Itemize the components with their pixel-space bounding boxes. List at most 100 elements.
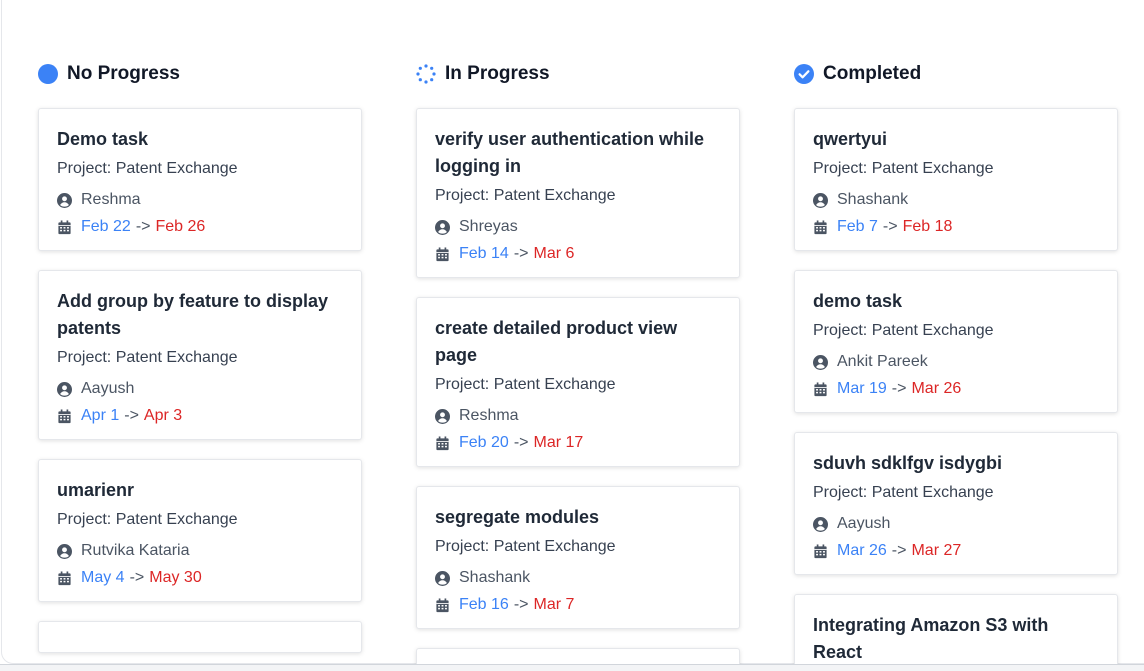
start-date: Feb 22	[81, 218, 131, 235]
task-title: segregate modules	[435, 507, 600, 527]
end-date: May 30	[149, 569, 202, 586]
assignee-name: Shreyas	[459, 218, 518, 235]
task-dates: Feb 20 -> Mar 17	[435, 433, 721, 453]
date-arrow: ->	[513, 596, 529, 613]
task-dates: Apr 1 -> Apr 3	[57, 406, 343, 426]
task-dates: Mar 19 -> Mar 26	[813, 379, 1099, 399]
task-card[interactable]: sduvh sdklfgv isdygbi Project: Patent Ex…	[794, 432, 1118, 575]
start-date: Apr 1	[81, 407, 120, 424]
task-assignee: Reshma	[57, 190, 343, 210]
user-icon	[813, 192, 828, 208]
task-card[interactable]: verify user authentication while logging…	[416, 108, 740, 278]
assignee-name: Aayush	[837, 515, 891, 532]
date-arrow: ->	[124, 407, 139, 424]
assignee-name: Ankit Pareek	[837, 353, 928, 370]
assignee-name: Shashank	[459, 569, 531, 586]
date-arrow: ->	[882, 218, 898, 235]
task-title: Demo task	[57, 129, 149, 149]
start-date: Feb 14	[459, 245, 509, 262]
task-dates: Feb 7 -> Feb 18	[813, 217, 1099, 237]
task-card[interactable]: Integrating Amazon S3 with React	[794, 594, 1118, 671]
task-title: Add group by feature to display patents	[57, 291, 329, 338]
task-assignee: Rutvika Kataria	[57, 541, 343, 561]
task-assignee: Shreyas	[435, 217, 721, 237]
start-date: Feb 7	[837, 218, 878, 235]
task-card[interactable]: qwertyui Project: Patent Exchange Shasha…	[794, 108, 1118, 251]
check-circle-icon	[794, 64, 814, 84]
task-title: Integrating Amazon S3 with React	[813, 615, 1049, 662]
start-date: Feb 20	[459, 434, 509, 451]
end-date: Mar 6	[533, 245, 575, 262]
user-icon	[57, 192, 72, 208]
calendar-icon	[57, 219, 72, 235]
user-icon	[435, 219, 450, 235]
calendar-icon	[435, 597, 450, 613]
task-assignee: Ankit Pareek	[813, 352, 1099, 372]
end-date: Mar 27	[911, 542, 962, 559]
task-dates: Mar 26 -> Mar 27	[813, 541, 1099, 561]
task-card[interactable]: Demo task Project: Patent Exchange Reshm…	[38, 108, 362, 251]
calendar-icon	[813, 219, 828, 235]
column-completed: Completed qwertyui Project: Patent Excha…	[794, 60, 1118, 671]
calendar-icon	[57, 570, 72, 586]
user-icon	[435, 570, 450, 586]
horizontal-scrollbar[interactable]	[0, 664, 1144, 671]
assignee-name: Reshma	[459, 407, 519, 424]
end-date: Feb 18	[902, 218, 953, 235]
date-arrow: ->	[129, 569, 145, 586]
task-project: Project: Patent Exchange	[813, 322, 994, 339]
end-date: Mar 26	[911, 380, 962, 397]
column-header: Completed	[794, 60, 1118, 88]
task-assignee: Aayush	[813, 514, 1099, 534]
calendar-icon	[435, 246, 450, 262]
task-title: sduvh sdklfgv isdygbi	[813, 453, 1003, 473]
filled-circle-icon	[38, 64, 58, 84]
task-project: Project: Patent Exchange	[435, 187, 616, 204]
end-date: Apr 3	[143, 407, 183, 424]
task-project: Project: Patent Exchange	[57, 511, 238, 528]
user-icon	[813, 354, 828, 370]
column-header: In Progress	[416, 60, 740, 88]
task-card[interactable]: create detailed product view page Projec…	[416, 297, 740, 467]
task-project: Project: Patent Exchange	[813, 160, 994, 177]
user-icon	[57, 543, 72, 559]
task-card[interactable]: segregate modules Project: Patent Exchan…	[416, 486, 740, 629]
start-date: Mar 19	[837, 380, 887, 397]
column-title: No Progress	[67, 63, 180, 84]
task-title: demo task	[813, 291, 903, 311]
date-arrow: ->	[135, 218, 151, 235]
task-card[interactable]: demo task Project: Patent Exchange Ankit…	[794, 270, 1118, 413]
column-title: Completed	[823, 63, 922, 84]
task-title: verify user authentication while logging…	[435, 129, 705, 176]
column-in-progress: In Progress verify user authentication w…	[416, 60, 740, 671]
calendar-icon	[813, 381, 828, 397]
task-card[interactable]: umarienr Project: Patent Exchange Rutvik…	[38, 459, 362, 602]
task-assignee: Shashank	[813, 190, 1099, 210]
column-no-progress: No Progress Demo task Project: Patent Ex…	[38, 60, 362, 671]
task-title: create detailed product view page	[435, 318, 678, 365]
task-project: Project: Patent Exchange	[57, 349, 238, 366]
task-dates: May 4 -> May 30	[57, 568, 343, 588]
task-dates: Feb 16 -> Mar 7	[435, 595, 721, 615]
task-card[interactable]	[38, 621, 362, 653]
task-card[interactable]: Add group by feature to display patents …	[38, 270, 362, 440]
user-icon	[57, 381, 72, 397]
task-project: Project: Patent Exchange	[435, 376, 616, 393]
start-date: May 4	[81, 569, 125, 586]
end-date: Mar 7	[533, 596, 575, 613]
user-icon	[813, 516, 828, 532]
end-date: Feb 26	[155, 218, 206, 235]
user-icon	[435, 408, 450, 424]
task-assignee: Shashank	[435, 568, 721, 588]
column-header: No Progress	[38, 60, 362, 88]
calendar-icon	[57, 408, 72, 424]
date-arrow: ->	[891, 380, 907, 397]
date-arrow: ->	[891, 542, 907, 559]
start-date: Mar 26	[837, 542, 887, 559]
column-title: In Progress	[445, 63, 550, 84]
task-project: Project: Patent Exchange	[813, 484, 994, 501]
assignee-name: Rutvika Kataria	[81, 542, 190, 559]
calendar-icon	[813, 543, 828, 559]
date-arrow: ->	[513, 434, 529, 451]
assignee-name: Aayush	[81, 380, 135, 397]
